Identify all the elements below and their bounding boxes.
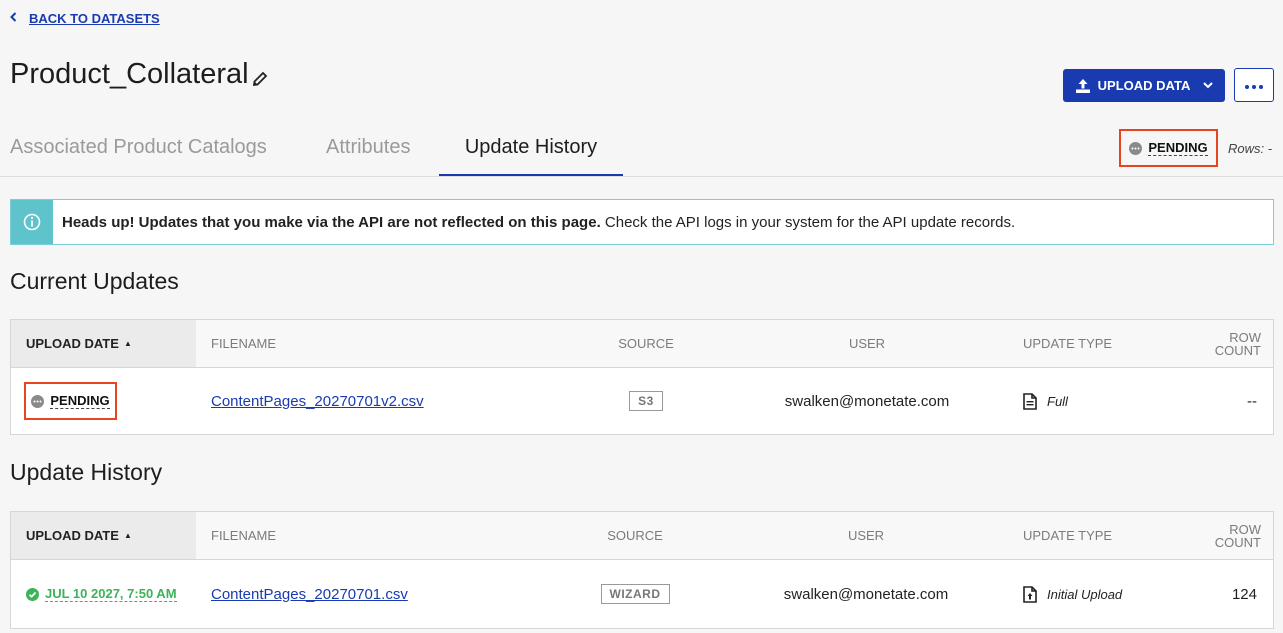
filename-link[interactable]: ContentPages_20270701v2.csv <box>211 393 424 410</box>
source-cell: WIZARD <box>546 584 724 604</box>
rows-count-label: Rows: - <box>1228 141 1273 156</box>
current-updates-title: Current Updates <box>10 268 179 294</box>
source-cell: S3 <box>546 391 746 411</box>
upload-date-header[interactable]: UPLOAD DATE ▲ <box>11 320 196 367</box>
ellipsis-icon <box>1245 76 1263 94</box>
alert-body-text: Check the API logs in your system for th… <box>600 213 1016 231</box>
source-badge: WIZARD <box>600 584 670 604</box>
upload-icon <box>1075 78 1091 94</box>
update-history-table: UPLOAD DATE ▲ FILENAME SOURCE USER UPDATE… <box>10 511 1274 629</box>
source-badge: S3 <box>629 391 663 411</box>
more-options-button[interactable] <box>1234 68 1274 102</box>
header-label: UPLOAD DATE <box>26 528 119 543</box>
user-cell: swalken@monetate.com <box>784 392 950 410</box>
table-header: UPLOAD DATE ▲ FILENAME SOURCE USER UPDATE… <box>11 512 1273 560</box>
source-header[interactable]: SOURCE <box>546 320 746 367</box>
row-count-header[interactable]: ROW COUNT <box>1156 320 1273 367</box>
dataset-status-highlight: PENDING <box>1119 129 1218 167</box>
upload-date-label: JUL 10 2027, 7:50 AM <box>45 585 177 602</box>
back-to-datasets-link[interactable]: BACK TO DATASETS <box>10 11 160 26</box>
page-title: Product_Collateral <box>10 58 269 91</box>
pending-icon <box>31 394 45 408</box>
filename-cell: ContentPages_20270701v2.csv <box>196 393 546 410</box>
sort-asc-icon: ▲ <box>123 339 132 348</box>
tabs-divider <box>0 176 1283 177</box>
row-count-cell: 124 <box>1231 585 1257 603</box>
update-history-title: Update History <box>10 459 163 485</box>
pending-icon <box>1129 141 1143 155</box>
update-type-cell: Initial Upload <box>1008 585 1176 603</box>
row-status-badge[interactable]: PENDING <box>31 392 110 409</box>
tab-attributes[interactable]: Attributes <box>326 130 439 177</box>
header-label: ROW <box>1229 329 1261 345</box>
back-link-label: BACK TO DATASETS <box>29 11 160 26</box>
tab-bar: Associated Product Catalogs Attributes U… <box>10 130 623 177</box>
upload-date-cell: PENDING <box>11 368 196 434</box>
sort-asc-icon: ▲ <box>123 531 132 540</box>
completed-status-badge[interactable]: JUL 10 2027, 7:50 AM <box>26 585 177 602</box>
document-icon <box>1023 392 1037 410</box>
filename-cell: ContentPages_20270701.csv <box>196 586 546 603</box>
table-row: PENDING ContentPages_20270701v2.csv S3 s… <box>11 368 1273 434</box>
dataset-status-badge[interactable]: PENDING <box>1129 139 1208 156</box>
info-alert: Heads up! Updates that you make via the … <box>10 199 1274 245</box>
update-type-header[interactable]: UPDATE TYPE <box>988 320 1156 367</box>
tab-associated-product-catalogs[interactable]: Associated Product Catalogs <box>10 130 326 177</box>
user-cell: swalken@monetate.com <box>783 585 949 603</box>
upload-date-cell: JUL 10 2027, 7:50 AM <box>11 560 196 628</box>
row-status-highlight: PENDING <box>24 382 117 420</box>
header-label: COUNT <box>1214 342 1261 358</box>
user-header[interactable]: USER <box>746 320 988 367</box>
upload-data-label: UPLOAD DATA <box>1097 78 1191 93</box>
source-header[interactable]: SOURCE <box>546 512 724 559</box>
current-updates-table: UPLOAD DATE ▲ FILENAME SOURCE USER UPDATE… <box>10 319 1274 435</box>
alert-bold-text: Heads up! Updates that you make via the … <box>62 213 601 231</box>
row-status-label: PENDING <box>50 392 110 409</box>
header-label: COUNT <box>1214 534 1261 550</box>
chevron-left-icon <box>10 12 17 25</box>
dataset-status-label: PENDING <box>1148 139 1208 156</box>
update-type-header[interactable]: UPDATE TYPE <box>1008 512 1176 559</box>
dataset-name: Product_Collateral <box>10 58 249 90</box>
chevron-down-icon <box>1203 82 1214 89</box>
header-label: ROW <box>1229 521 1261 537</box>
document-upload-icon <box>1023 585 1037 603</box>
alert-message: Heads up! Updates that you make via the … <box>62 214 1015 231</box>
table-row: JUL 10 2027, 7:50 AM ContentPages_202707… <box>11 560 1273 628</box>
upload-data-button[interactable]: UPLOAD DATA <box>1063 69 1225 102</box>
table-header: UPLOAD DATE ▲ FILENAME SOURCE USER UPDATE… <box>11 320 1273 368</box>
header-label: UPLOAD DATE <box>26 336 119 351</box>
info-icon <box>11 200 53 244</box>
tab-update-history[interactable]: Update History <box>439 130 623 177</box>
update-type-cell: Full <box>988 392 1156 410</box>
check-circle-icon <box>26 587 39 601</box>
update-type-label: Full <box>1047 393 1068 409</box>
update-type-label: Initial Upload <box>1047 586 1123 602</box>
pencil-icon[interactable] <box>251 70 269 88</box>
user-header[interactable]: USER <box>724 512 1008 559</box>
row-count-header[interactable]: ROW COUNT <box>1176 512 1273 559</box>
row-count-cell: -- <box>1247 392 1257 410</box>
filename-link[interactable]: ContentPages_20270701.csv <box>211 586 408 603</box>
filename-header[interactable]: FILENAME <box>196 320 546 367</box>
upload-date-header[interactable]: UPLOAD DATE ▲ <box>11 512 196 559</box>
filename-header[interactable]: FILENAME <box>196 512 546 559</box>
